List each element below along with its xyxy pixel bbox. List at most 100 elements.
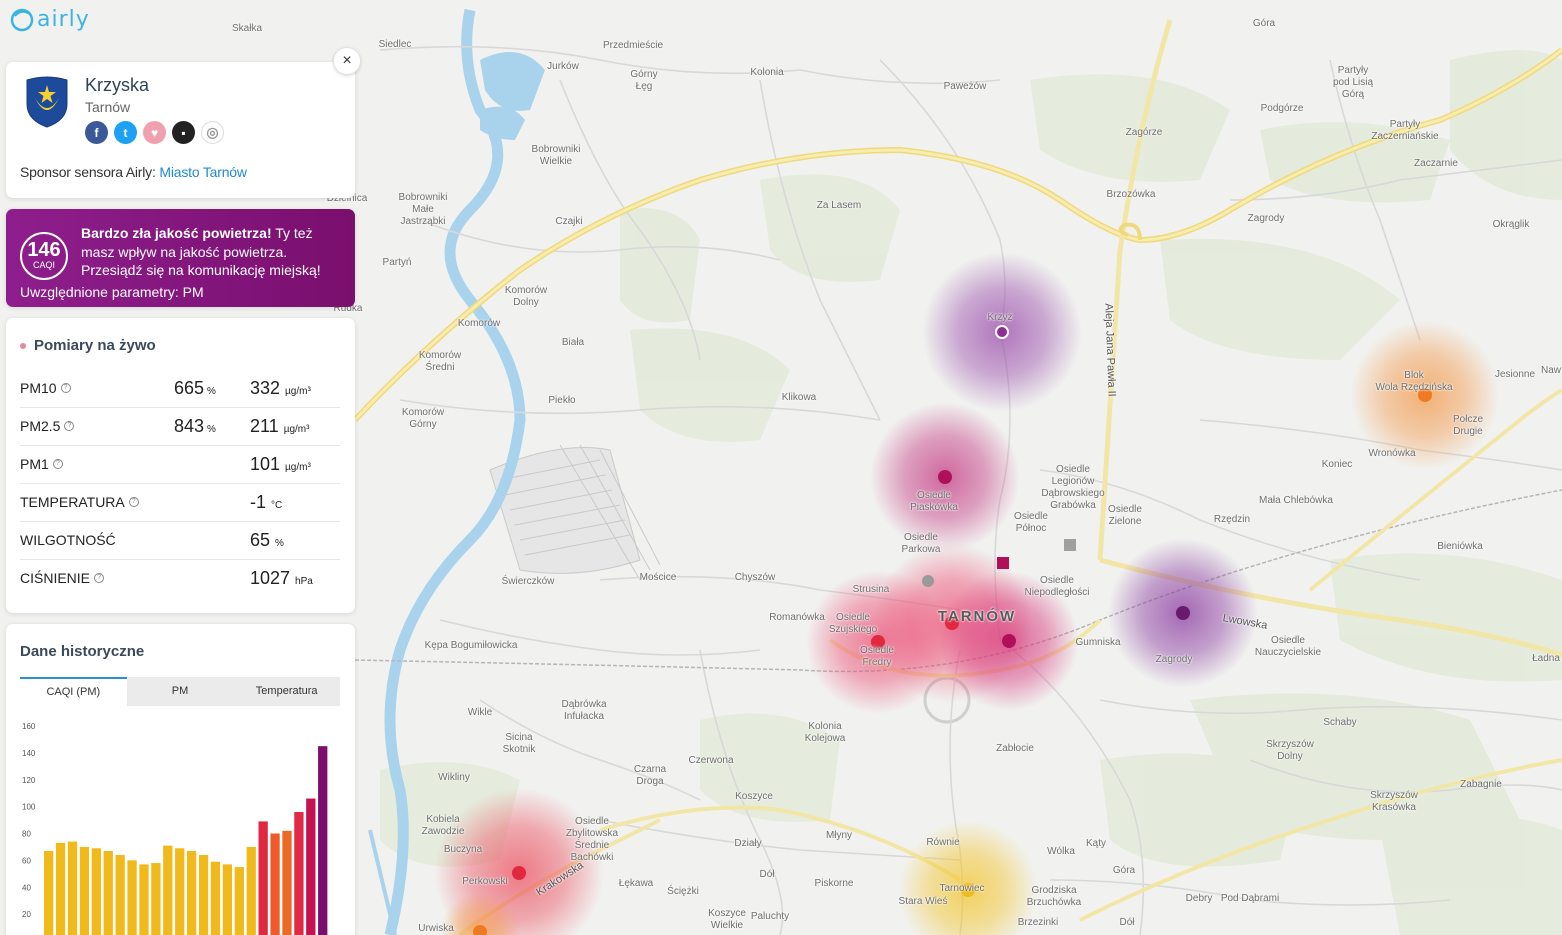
percent-unit: % [207,424,216,435]
measurement-row: WILGOTNOŚĆ 65% [20,522,340,560]
history-bar[interactable] [198,855,209,935]
sensor-marker[interactable] [1002,634,1016,648]
map-place-label: Osiedle Parkowa [901,532,941,555]
map-place-label: Biała [561,337,585,348]
help-icon[interactable]: ? [94,573,105,583]
tab-temperature[interactable]: Temperatura [233,677,340,706]
y-tick-label: 20 [22,910,31,919]
twitter-icon[interactable]: t [114,121,137,144]
sponsor-link[interactable]: Miasto Tarnów [159,164,247,180]
measurement-percent: 843% [174,416,216,437]
locate-icon[interactable]: ◎ [201,121,224,144]
history-bar[interactable] [103,850,113,935]
embed-icon[interactable]: ▪ [172,121,195,144]
history-bar[interactable] [151,863,161,935]
station-square-marker[interactable] [1064,539,1076,551]
heart-icon[interactable]: ♥ [143,121,166,144]
history-bar[interactable] [210,861,221,935]
sensor-marker[interactable] [512,866,526,880]
map-place-label: Piekło [548,395,576,406]
value-unit: hPa [295,576,313,587]
history-bar[interactable] [282,830,292,935]
map-place-label: Osiedle Zbylitowska Średnie Bachówki [565,816,619,863]
history-bar[interactable] [127,860,137,935]
help-icon[interactable]: ? [128,497,139,507]
map-place-label: Klikowa [781,392,817,403]
map-place-label: Kolonia Kolejowa [804,721,846,744]
measurement-value: 211 µg/m³ [250,416,309,437]
history-bar[interactable] [91,848,101,935]
map-place-label: Koniec [1321,459,1353,470]
history-bar[interactable] [139,864,149,935]
measurement-label: CIŚNIENIE [20,570,91,586]
airly-logo[interactable]: airly [9,6,90,32]
map-place-label: Rzędzin [1213,514,1251,525]
map-place-label: Sicina Skotnik [502,732,536,755]
history-bar[interactable] [318,746,328,935]
map-place-label: Bobrowniki Małe Jastrząbki [398,192,448,227]
measurement-name: PM2.5? [20,418,75,434]
measurement-row: CIŚNIENIE? 1027 hPa [20,560,340,598]
history-bar[interactable] [234,867,244,935]
history-bar[interactable] [270,833,280,935]
station-square-marker[interactable] [997,557,1009,569]
lake [480,106,525,140]
measurement-value: 65% [250,530,284,551]
history-chart[interactable]: 20 40 60 80 100 120 140 160 [20,716,340,935]
history-card: Dane historyczne CAQI (PM) PM Temperatur… [6,624,355,935]
history-bar[interactable] [294,812,304,935]
history-bar[interactable] [187,850,197,935]
inactive-sensor-marker[interactable] [922,575,934,587]
tab-caqi[interactable]: CAQI (PM) [20,677,127,706]
sponsor-line: Sponsor sensora Airly: Miasto Tarnów [20,164,247,180]
map-place-label: Osiedle Legionów Dąbrowskiego Grabówka [1041,464,1105,511]
help-icon[interactable]: ? [52,459,63,469]
sensor-marker[interactable] [995,325,1009,339]
history-bar[interactable] [306,798,316,935]
history-bar[interactable] [258,821,268,935]
help-icon[interactable]: ? [60,383,71,393]
map-place-label: Równie [926,837,960,848]
social-buttons: f t ♥ ▪ ◎ [85,121,224,144]
map-place-label: Czerwona [688,755,734,766]
history-bar[interactable] [163,845,173,935]
sensor-marker[interactable] [938,470,952,484]
live-measurements-card: Pomiary na żywo PM10? 665% 332 µg/m³ PM2.5? 8… [6,318,355,613]
history-bar[interactable] [222,864,233,935]
history-bar[interactable] [175,848,185,935]
measurement-row: TEMPERATURA? -1 °C [20,484,340,522]
value-number: 101 [250,454,281,474]
close-button[interactable]: × [333,47,361,75]
y-tick-label: 60 [22,856,31,865]
history-bar[interactable] [246,846,256,935]
caqi-alert-card: 146 CAQI Bardzo zła jakość powietrza! Ty… [6,209,355,307]
history-bar[interactable] [79,846,90,935]
sensor-marker[interactable] [1176,606,1190,620]
y-tick-label: 80 [22,830,31,839]
history-bar[interactable] [67,841,78,935]
map-place-label: Za Lasem [816,200,862,211]
value-number: 211 [250,416,279,436]
measurement-label: TEMPERATURA [20,494,125,510]
map-place-label: Góra [1252,18,1276,29]
percent-value: 665 [174,378,205,398]
history-bar[interactable] [44,850,54,935]
map-place-label: Skrzyszów Dolny [1266,739,1314,762]
measurement-row: PM2.5? 843% 211 µg/m³ [20,408,340,446]
y-tick-label: 160 [22,722,36,731]
history-bar[interactable] [115,855,125,935]
facebook-icon[interactable]: f [85,121,108,144]
map-place-label: Perkowski [462,876,508,887]
y-tick-label: 140 [22,749,36,758]
tarnow-crest-icon [26,76,68,128]
map-place-label: Wólka [1047,846,1075,857]
tab-pm[interactable]: PM [127,677,234,706]
map-place-label: Koszyce [735,791,773,802]
history-bar[interactable] [55,842,66,935]
airly-cloud-icon [10,8,34,32]
map-place-label: Wikliny [438,772,470,783]
measurement-value: -1 °C [250,492,282,513]
map-place-label: Komorów [457,318,501,329]
map-place-label: Łękawa [618,878,654,889]
help-icon[interactable]: ? [64,421,75,431]
